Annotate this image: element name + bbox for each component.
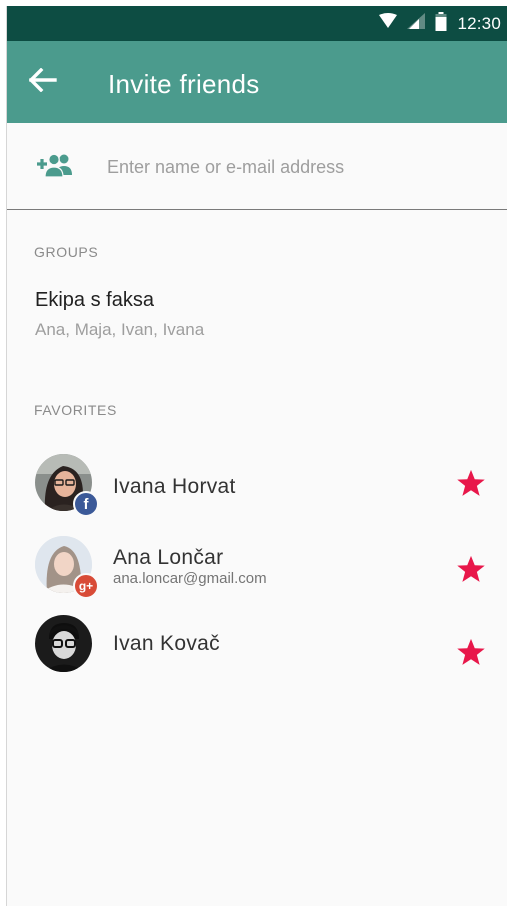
contact-item-ivana-horvat[interactable]: f Ivana Horvat	[7, 444, 507, 520]
avatar	[35, 615, 92, 672]
arrow-back-icon	[28, 67, 57, 97]
app-screen: 12:30 Invite friends GROUPS	[6, 6, 507, 906]
back-button[interactable]	[23, 62, 63, 102]
contact-name: Ivana Horvat	[113, 475, 236, 498]
contact-name: Ana Lončar	[113, 546, 224, 569]
favorite-star-icon[interactable]	[456, 468, 486, 498]
contact-item-ivan-kovac[interactable]: Ivan Kovač	[7, 603, 507, 679]
battery-icon	[435, 11, 447, 36]
add-person-icon	[35, 153, 73, 179]
google-plus-badge-icon: g+	[73, 573, 99, 599]
contact-name: Ivan Kovač	[113, 632, 220, 655]
groups-header: GROUPS	[34, 244, 99, 260]
favorites-header: FAVORITES	[34, 402, 117, 418]
status-icons: 12:30	[379, 6, 501, 41]
favorite-star-icon[interactable]	[456, 554, 486, 584]
status-time: 12:30	[457, 13, 501, 33]
status-bar: 12:30	[7, 6, 507, 41]
invite-search-row	[7, 123, 507, 210]
group-members: Ana, Maja, Ivan, Ivana	[35, 320, 205, 339]
contact-item-ana-loncar[interactable]: g+ Ana Lončar ana.loncar@gmail.com	[7, 526, 507, 602]
contact-email: ana.loncar@gmail.com	[113, 570, 267, 587]
wifi-icon	[379, 13, 398, 34]
app-toolbar: Invite friends	[7, 41, 507, 123]
page-title: Invite friends	[108, 69, 260, 99]
group-name: Ekipa s faksa	[35, 289, 154, 311]
search-input[interactable]	[107, 150, 477, 184]
favorite-star-icon[interactable]	[456, 637, 486, 667]
group-item[interactable]: Ekipa s faksa Ana, Maja, Ivan, Ivana	[7, 278, 507, 350]
facebook-badge-icon: f	[73, 491, 99, 517]
signal-icon	[407, 13, 426, 34]
